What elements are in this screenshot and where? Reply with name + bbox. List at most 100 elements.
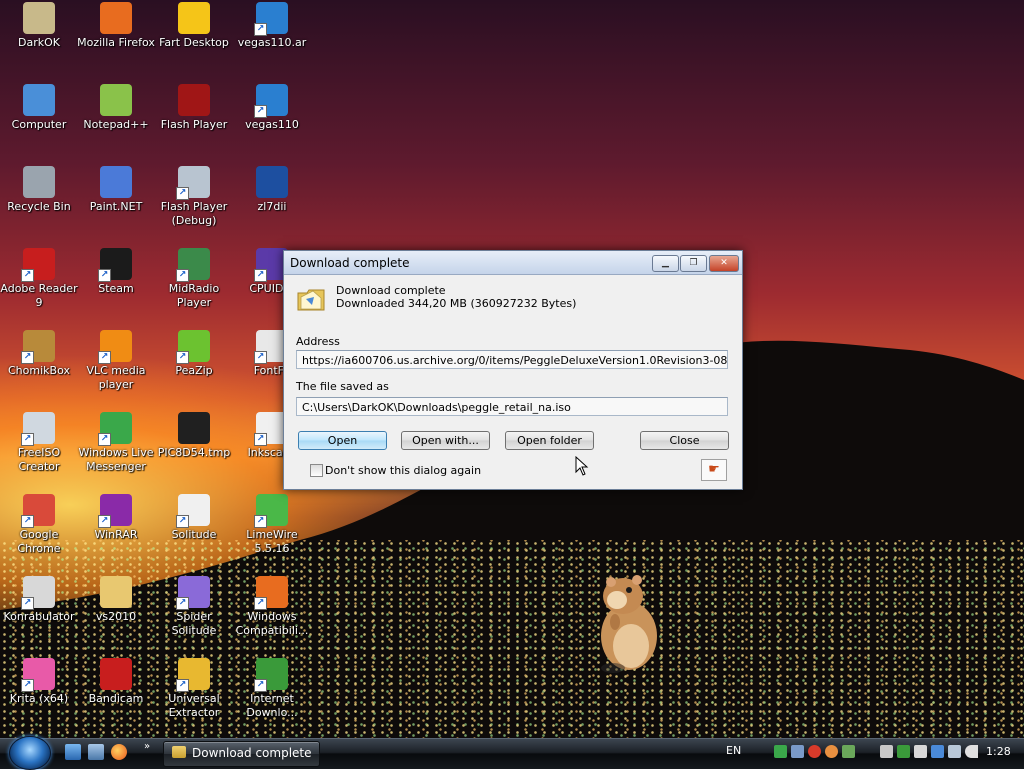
desktop-icon[interactable]: PIC8D54.tmp — [155, 412, 233, 460]
taskbar-button-download-complete[interactable]: Download complete — [163, 741, 320, 767]
task-app-icon — [172, 746, 186, 758]
desktop-icon[interactable]: vs2010 — [77, 576, 155, 624]
hamster-desktop-pet[interactable] — [593, 570, 663, 674]
desktop-icon[interactable]: ↗ Steam — [77, 248, 155, 296]
hand-pointer-icon[interactable]: ☛ — [701, 459, 727, 481]
mouse-cursor-icon — [575, 456, 589, 476]
desktop-icon[interactable]: ↗ FreeISO Creator — [0, 412, 78, 474]
tray-safely-remove-icon[interactable] — [914, 745, 927, 758]
show-desktop-icon[interactable] — [65, 744, 81, 760]
tray-display-icon[interactable] — [880, 745, 893, 758]
shortcut-arrow-icon: ↗ — [254, 597, 267, 610]
shortcut-arrow-icon: ↗ — [254, 23, 267, 36]
open-with-button[interactable]: Open with... — [401, 431, 490, 450]
chomik-icon: ↗ — [21, 330, 55, 364]
iso-icon: ↗ — [21, 412, 55, 446]
tray-update-icon[interactable] — [931, 745, 944, 758]
start-orb-icon[interactable] — [9, 736, 51, 770]
desktop-icon-label: vegas110 — [245, 118, 299, 131]
desktop-icon[interactable]: ↗ Solitude — [155, 494, 233, 542]
tray-shield-icon[interactable] — [897, 745, 910, 758]
address-field[interactable]: https://ia600706.us.archive.org/0/items/… — [296, 350, 728, 369]
desktop-icon[interactable]: Computer — [0, 84, 78, 132]
tray-stop-icon[interactable] — [808, 745, 821, 758]
tray-volume-icon[interactable] — [965, 745, 978, 758]
tray-network-icon[interactable] — [791, 745, 804, 758]
restore-button[interactable]: ❐ — [680, 255, 707, 272]
tray-network-connection-icon[interactable] — [948, 745, 961, 758]
desktop-icon[interactable]: ↗ Google Chrome — [0, 494, 78, 556]
desktop-icon[interactable]: Bandicam — [77, 658, 155, 706]
desktop-icon[interactable]: ↗ Universal Extractor — [155, 658, 233, 720]
tray-messenger-icon[interactable] — [774, 745, 787, 758]
desktop-icon[interactable]: ↗ Adobe Reader 9 — [0, 248, 78, 310]
close-window-button[interactable]: ✕ — [709, 255, 739, 272]
desktop-icon[interactable]: DarkOK — [0, 2, 78, 50]
firefox-quicklaunch-icon[interactable] — [111, 744, 127, 760]
language-indicator[interactable]: EN — [726, 744, 741, 757]
tray-user-icon[interactable] — [842, 745, 855, 758]
winrar-icon: ↗ — [98, 494, 132, 528]
shortcut-arrow-icon: ↗ — [176, 679, 189, 692]
desktop-icon[interactable]: Fart Desktop — [155, 2, 233, 50]
switch-windows-icon[interactable] — [88, 744, 104, 760]
shortcut-arrow-icon: ↗ — [176, 597, 189, 610]
saved-path-field[interactable]: C:\Users\DarkOK\Downloads\peggle_retail_… — [296, 397, 728, 416]
limewire-icon: ↗ — [254, 494, 288, 528]
desktop-icon[interactable]: Notepad++ — [77, 84, 155, 132]
desktop-icon-label: Computer — [11, 118, 67, 131]
desktop-icon[interactable]: ↗ Internet Downlo... — [233, 658, 311, 720]
firefox-icon — [100, 2, 132, 34]
bandicam-icon — [100, 658, 132, 690]
desktop-icon-label: vs2010 — [95, 610, 137, 623]
desktop-icon[interactable]: ↗ LimeWire 5.5.16 — [233, 494, 311, 556]
desktop-icon[interactable]: ↗ MidRadio Player — [155, 248, 233, 310]
tray-bandicam-icon[interactable] — [825, 745, 838, 758]
desktop-icon[interactable]: zl7dii — [233, 166, 311, 214]
address-label: Address — [296, 335, 340, 348]
shortcut-arrow-icon: ↗ — [176, 515, 189, 528]
downloaded-size-text: Downloaded 344,20 MB (360927232 Bytes) — [336, 297, 577, 310]
desktop-icon-label: PeaZip — [175, 364, 213, 377]
desktop-icon-label: Notepad++ — [83, 118, 149, 131]
flash-icon — [178, 84, 210, 116]
minimize-button[interactable]: ▁ — [652, 255, 679, 272]
smiley-icon — [178, 2, 210, 34]
shortcut-arrow-icon: ↗ — [98, 269, 111, 282]
desktop-icon[interactable]: Recycle Bin — [0, 166, 78, 214]
quicklaunch-chevron-icon[interactable]: » — [144, 741, 150, 752]
task-label: Download complete — [192, 746, 312, 760]
desktop-icon[interactable]: Paint.NET — [77, 166, 155, 214]
dont-show-checkbox[interactable] — [310, 464, 323, 477]
shortcut-arrow-icon: ↗ — [98, 351, 111, 364]
desktop-icon[interactable]: ↗ vegas110.ar — [233, 2, 311, 50]
cards-icon: ↗ — [176, 494, 210, 528]
dialog-titlebar[interactable]: Download complete ▁ ❐ ✕ — [284, 251, 742, 275]
messenger-icon: ↗ — [98, 412, 132, 446]
shortcut-arrow-icon: ↗ — [98, 515, 111, 528]
open-button[interactable]: Open — [298, 431, 387, 450]
desktop-icon[interactable]: ↗ Windows Live Messenger — [77, 412, 155, 474]
close-button[interactable]: Close — [640, 431, 729, 450]
desktop-icon[interactable]: ↗ Windows Compatibili... — [233, 576, 311, 638]
open-folder-button[interactable]: Open folder — [505, 431, 594, 450]
desktop-icon[interactable]: Flash Player — [155, 84, 233, 132]
chrome-icon: ↗ — [21, 494, 55, 528]
shortcut-arrow-icon: ↗ — [254, 269, 267, 282]
desktop-icon[interactable]: ↗ vegas110 — [233, 84, 311, 132]
flash-icon — [256, 166, 288, 198]
desktop-icon[interactable]: ↗ ChomikBox — [0, 330, 78, 378]
shortcut-arrow-icon: ↗ — [176, 351, 189, 364]
spider-cards-icon: ↗ — [176, 576, 210, 610]
desktop-icon[interactable]: Mozilla Firefox — [77, 2, 155, 50]
desktop-icon[interactable]: ↗ WinRAR — [77, 494, 155, 542]
desktop-icon[interactable]: ↗ Spider Solitude — [155, 576, 233, 638]
desktop-icon[interactable]: ↗ VLC media player — [77, 330, 155, 392]
desktop-icon[interactable]: ↗ Krita (x64) — [0, 658, 78, 706]
desktop-icon[interactable]: ↗ Konrabulator — [0, 576, 78, 624]
download-folder-icon — [297, 289, 325, 311]
notepad-icon — [100, 84, 132, 116]
clock[interactable]: 1:28 — [986, 745, 1011, 758]
desktop-icon[interactable]: ↗ PeaZip — [155, 330, 233, 378]
desktop-icon[interactable]: ↗ Flash Player (Debug) — [155, 166, 233, 228]
